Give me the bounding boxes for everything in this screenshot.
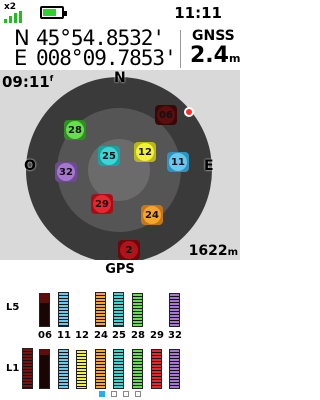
satellite-id-label: 29 xyxy=(150,330,164,341)
l1-signal-bar-32 xyxy=(169,348,180,389)
elevation-readout: 1622m xyxy=(189,243,238,259)
accuracy-unit: m xyxy=(228,52,241,65)
l1-signal-bar-11 xyxy=(58,348,69,389)
l1-signal-bar-extra xyxy=(22,347,33,389)
satellite-id-label: 24 xyxy=(94,330,108,341)
l1-signal-bar-28 xyxy=(132,348,143,389)
position-marker-icon xyxy=(184,107,194,117)
page-dot[interactable] xyxy=(99,391,105,397)
satellite-24-id: 24 xyxy=(145,209,159,221)
constellation-label: GPS xyxy=(105,262,135,277)
satellite-11-marker: 11 xyxy=(169,153,187,171)
west-label: O xyxy=(24,158,36,174)
page-indicator[interactable] xyxy=(0,391,240,397)
l5-band-label: L5 xyxy=(6,302,20,313)
longitude-row: E 008°09.7853' xyxy=(14,46,177,70)
l5-signal-bar-06 xyxy=(39,292,50,327)
divider xyxy=(180,30,181,68)
page-dot[interactable] xyxy=(135,391,141,397)
satellite-25-id: 25 xyxy=(102,150,116,162)
elevation-value: 1622 xyxy=(188,243,228,259)
satellite-id-label: 06 xyxy=(38,330,52,341)
signal-strength-icon xyxy=(4,11,34,23)
satellite-id-label: 25 xyxy=(112,330,126,341)
satellite-02-marker: 2 xyxy=(120,241,138,259)
satellite-25[interactable]: 25 xyxy=(98,146,120,166)
satellite-29[interactable]: 29 xyxy=(91,194,113,214)
satellite-id-row: 06 11 12 24 25 28 29 32 xyxy=(0,330,240,342)
satellite-id-label: 12 xyxy=(75,330,89,341)
satellite-32-marker: 32 xyxy=(57,163,75,181)
l1-band-label: L1 xyxy=(6,363,20,374)
east-label: E xyxy=(204,158,214,174)
page-dot[interactable] xyxy=(123,391,129,397)
satellite-sky-view[interactable]: 09:11f N O E 06 28 25 12 11 32 29 24 2 1… xyxy=(0,70,240,260)
satellite-12[interactable]: 12 xyxy=(134,142,156,162)
satellite-28[interactable]: 28 xyxy=(64,120,86,140)
page-dot[interactable] xyxy=(111,391,117,397)
satellite-11[interactable]: 11 xyxy=(167,152,189,172)
l1-signal-bar-12 xyxy=(76,350,87,389)
satellite-24-marker: 24 xyxy=(143,206,161,224)
satellite-25-marker: 25 xyxy=(100,147,118,165)
longitude-hemisphere: E xyxy=(14,46,27,70)
satellite-29-marker: 29 xyxy=(93,195,111,213)
satellite-29-id: 29 xyxy=(95,198,109,210)
satellite-id-label: 32 xyxy=(168,330,182,341)
satellite-02-id: 2 xyxy=(125,244,133,256)
signal-strength-panel[interactable]: GPS L5 L1 06 11 12 24 25 28 29 32 xyxy=(0,260,240,400)
satellite-id-label: 28 xyxy=(131,330,145,341)
time-overlay: 09:11f xyxy=(2,73,53,91)
satellite-24[interactable]: 24 xyxy=(141,205,163,225)
l1-signal-bar-24 xyxy=(95,348,106,389)
satellite-32[interactable]: 32 xyxy=(55,162,77,182)
l5-signal-bar-11 xyxy=(58,291,69,327)
satellite-28-id: 28 xyxy=(68,124,82,136)
satellite-28-marker: 28 xyxy=(66,121,84,139)
satellite-02[interactable]: 2 xyxy=(118,240,140,260)
status-bar: x2 11:11 xyxy=(0,0,240,26)
l5-signal-bar-28 xyxy=(132,292,143,327)
elevation-unit: m xyxy=(227,247,238,258)
l1-signal-bar-06 xyxy=(39,348,50,389)
satellite-12-marker: 12 xyxy=(136,143,154,161)
satellite-id-label: 11 xyxy=(57,330,71,341)
battery-icon xyxy=(40,6,67,19)
longitude-value: 008°09.7853' xyxy=(36,46,177,70)
l1-signal-bar-25 xyxy=(113,348,124,389)
time-overlay-value: 09:11 xyxy=(2,73,50,91)
position-source: GNSS xyxy=(192,28,235,44)
satellite-32-id: 32 xyxy=(59,166,73,178)
battery-level xyxy=(43,9,56,16)
time-overlay-suffix: f xyxy=(49,74,54,83)
clock: 11:11 xyxy=(174,4,222,22)
l5-signal-bar-32 xyxy=(169,292,180,327)
l5-signal-bar-25 xyxy=(113,291,124,327)
north-label: N xyxy=(114,70,126,86)
coordinates-panel[interactable]: N 45°54.8532' E 008°09.7853' GNSS 2.4m xyxy=(0,26,240,70)
accuracy-value: 2.4 xyxy=(190,43,229,68)
accuracy-readout: 2.4m xyxy=(190,43,240,68)
satellite-06-id: 06 xyxy=(159,109,173,121)
l5-signal-bar-24 xyxy=(95,291,106,327)
satellite-06[interactable]: 06 xyxy=(155,105,177,125)
satellite-12-id: 12 xyxy=(138,146,152,158)
satellite-06-marker: 06 xyxy=(157,106,175,124)
l1-signal-bar-29 xyxy=(151,348,162,389)
satellite-11-id: 11 xyxy=(171,156,185,168)
